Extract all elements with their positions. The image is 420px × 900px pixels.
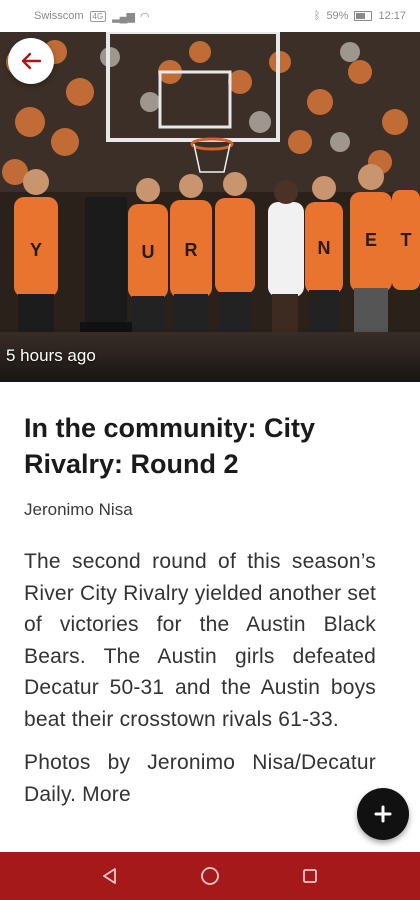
article-paragraph: Photos by Jeronimo Nisa/Decatur Daily. M… bbox=[24, 751, 376, 806]
bluetooth-icon: ᛒ bbox=[313, 10, 321, 22]
add-fab-button[interactable] bbox=[357, 788, 409, 840]
shirt-letter: N bbox=[318, 238, 331, 258]
shirt-letter: T bbox=[401, 230, 412, 250]
status-bar: Swisscom 4G ▂▄▆ ◠ ᛒ 59% 12:17 bbox=[0, 0, 420, 32]
nav-back-button[interactable] bbox=[90, 856, 130, 896]
nav-back-triangle-icon bbox=[103, 868, 116, 884]
shirt-letter: U bbox=[142, 242, 155, 262]
article-headline: In the community: City Rivalry: Round 2 bbox=[24, 413, 316, 479]
battery-icon bbox=[354, 11, 373, 21]
carrier-name: Swisscom bbox=[34, 10, 84, 22]
plus-icon bbox=[374, 805, 392, 823]
clock: 12:17 bbox=[378, 10, 406, 22]
nav-home-circle-icon bbox=[201, 867, 219, 885]
article-body: The second round of this season’s River … bbox=[24, 546, 376, 810]
shirt-letter: Y bbox=[30, 240, 42, 260]
network-badge: 4G bbox=[89, 10, 107, 22]
signal-bars-icon: ▂▄▆ bbox=[112, 10, 135, 23]
status-right: ᛒ 59% 12:17 bbox=[314, 10, 406, 22]
article: In the community: City Rivalry: Round 2 … bbox=[24, 410, 376, 822]
article-byline: Jeronimo Nisa bbox=[24, 500, 133, 519]
nav-home-button[interactable] bbox=[190, 856, 230, 896]
back-button[interactable] bbox=[8, 38, 54, 84]
nav-recents-button[interactable] bbox=[290, 856, 330, 896]
system-nav-bar bbox=[0, 852, 420, 900]
back-arrow-icon bbox=[21, 52, 42, 70]
hero-image: Y U R N E T 5 hours ago bbox=[0, 32, 420, 382]
shirt-letter: E bbox=[365, 230, 377, 250]
wifi-icon: ◠ bbox=[139, 10, 150, 23]
status-left: Swisscom 4G ▂▄▆ ◠ bbox=[34, 10, 150, 23]
article-paragraph: The second round of this season’s River … bbox=[24, 550, 376, 731]
timestamp: 5 hours ago bbox=[6, 346, 96, 365]
shirt-letter: R bbox=[185, 240, 198, 260]
nav-recents-square-icon bbox=[303, 869, 317, 883]
battery-percent: 59% bbox=[326, 10, 349, 22]
